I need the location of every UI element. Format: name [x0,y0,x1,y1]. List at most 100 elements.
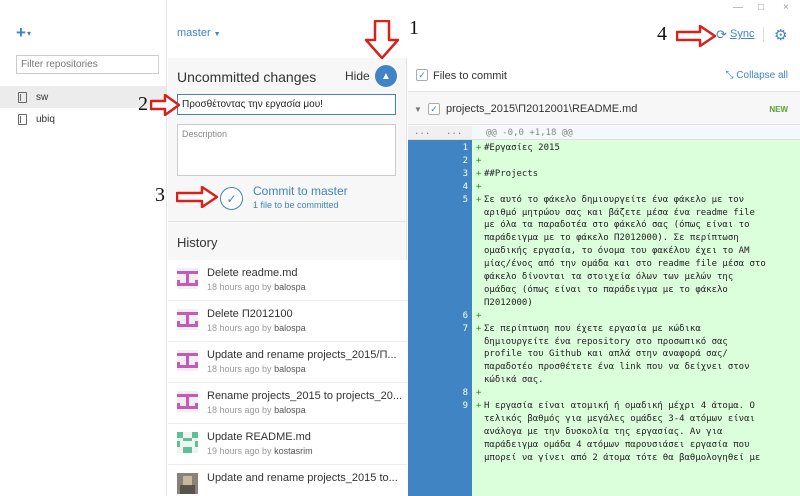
annotation-number-1: 1 [409,17,419,39]
filter-repositories-input[interactable] [16,55,159,74]
history-item-meta: 18 hours ago by balospa [207,323,306,333]
annotation-arrow-right-icon [676,25,716,47]
avatar [177,309,198,330]
diff-code-line: δημιουργείτε ένα repository στο προσωπικ… [484,336,728,347]
diff-code-line: ομάδας (όπως είναι το παράδειγμα με το φ… [484,284,728,295]
annotation-number-2: 2 [138,93,148,115]
gutter-header: ... ... [408,126,472,140]
avatar [177,432,198,453]
diff-line-number: 4 [462,181,468,192]
history-item-title: Update README.md [207,431,311,443]
plus-icon: + [16,23,26,42]
commit-description-field[interactable] [177,124,396,176]
refresh-icon[interactable]: ⟳ [716,28,727,41]
diff-line-number: 6 [462,310,468,321]
old-line-ellipsis: ... [414,127,431,137]
chevron-up-icon: ▲ [381,70,391,82]
diff-code-line: μπορεί να γίνει από 2 άτομα τότε θα βαθμ… [484,452,761,463]
diff-code-line: ομαδικής εργασία, το όνομα του φακέλου έ… [484,246,750,257]
diff-code-line: #Εργασίες 2015 [484,143,560,153]
sync-button[interactable]: Sync [730,28,754,40]
diff-code-line: Σε περίπτωση που έχετε εργασία με κώδικα [484,323,701,334]
commit-label[interactable]: Commit to master [253,184,348,198]
caret-down-icon: ▾ [26,28,31,38]
diff-code-line: Σε αυτό το φάκελο δημιουργείτε ένα φάκελ… [484,194,745,205]
history-item[interactable]: Update and rename projects_2015/Π... 18 … [168,342,407,383]
history-time: 18 hours ago by [207,282,272,292]
file-checkbox[interactable]: ✓ [428,103,440,115]
history-item-meta: 19 hours ago by kostasrim [207,446,313,456]
annotation-number-4: 4 [657,23,667,45]
diff-code-line: τελικός βαθμός για μεγάλες ομάδες 3-4 ατ… [484,413,755,424]
diff-plus-marker: + [476,155,482,166]
history-time: 19 hours ago by [207,446,272,456]
diff-panel: ✓ Files to commit ⤡ Collapse all ▼ ✓ pro… [408,58,800,496]
diff-code-line: παράδειγμα με το φάκελο Π2012000). Σε πε… [484,233,739,244]
diff-plus-marker: + [476,323,482,334]
diff-code-line: ##Projects [484,168,539,179]
history-item[interactable]: Delete Π2012100 18 hours ago by balospa [168,301,407,342]
avatar [177,350,198,371]
history-item-title: Delete readme.md [207,267,298,279]
check-icon: ✓ [226,191,237,206]
maximize-button[interactable]: □ [758,2,764,13]
diff-code-line: παραδοτέο προσθέτετε ένα link που να δεί… [484,362,750,373]
history-item[interactable]: Rename projects_2015 to projects_20... 1… [168,383,407,424]
changes-panel: Uncommitted changes Hide ▲ ✓ Commit to m… [168,58,407,496]
history-time: 18 hours ago by [207,364,272,374]
history-item-meta: 18 hours ago by balospa [207,364,306,374]
minimize-button[interactable]: — [733,2,743,13]
history-item-meta: 18 hours ago by balospa [207,282,306,292]
uncommitted-changes-title: Uncommitted changes [177,69,317,85]
diff-code-line: με όλα τα παραδοτέα στο φάκελό σας (όπως… [484,220,750,231]
diff-line-number: 7 [462,323,468,334]
diff-code-line: profile του Github και απλά στην αναφορά… [484,349,728,360]
check-icon: ✓ [430,104,438,114]
collapse-all-button[interactable]: ⤡ Collapse all [726,70,788,81]
close-button[interactable]: × [783,2,789,13]
diff-code-line: μίας/ένος από την ομάδα και στο readme f… [484,259,766,270]
annotation-arrow-right-icon [176,186,218,208]
repo-icon [18,91,27,103]
history-time: 18 hours ago by [207,323,272,333]
diff-line-number: 3 [462,168,468,179]
annotation-arrow-right-icon [150,94,180,116]
avatar [177,268,198,289]
history-item-title: Update and rename projects_2015/Π... [207,349,397,361]
repo-name: ubiq [36,113,55,125]
commit-button[interactable]: ✓ [220,187,243,210]
select-all-checkbox[interactable]: ✓ [416,69,428,81]
gear-icon[interactable]: ⚙ [774,26,787,44]
diff-plus-marker: + [476,388,482,399]
file-path: projects_2015\Π2012001\README.md [446,103,638,115]
files-to-commit-header: ✓ Files to commit ⤡ Collapse all [408,58,800,92]
repo-name: sw [36,91,49,103]
history-title: History [177,235,218,250]
history-author: balospa [274,405,306,415]
diff-plus-marker: + [476,168,482,179]
avatar [177,391,198,412]
history-item[interactable]: Delete readme.md 18 hours ago by balospa [168,260,407,301]
collapse-all-label: Collapse all [736,70,788,81]
hide-button[interactable]: ▲ [375,65,397,87]
expand-triangle-icon[interactable]: ▼ [414,105,422,114]
history-item[interactable]: Update and rename projects_2015 to... [168,465,407,496]
diff-code-line: ανάλογα με την δυσκολία της εργασίας. Αν… [484,426,723,437]
history-item[interactable]: Update README.md 19 hours ago by kostasr… [168,424,407,465]
diff-line-number: 9 [462,401,468,411]
new-line-ellipsis: ... [446,127,463,137]
branch-selector[interactable]: master ▼ [177,27,221,39]
diff-code-line: κώδικά σας. [484,375,544,386]
file-row[interactable]: ▼ ✓ projects_2015\Π2012001\README.md NEW [408,92,800,125]
history-item-meta: 18 hours ago by balospa [207,405,306,415]
diff-plus-marker: + [476,194,482,205]
add-repository-button[interactable]: +▾ [16,23,31,42]
diff-hunk-header: @@ -0,0 +1,18 @@ [472,126,800,140]
hide-label[interactable]: Hide [345,69,370,83]
diff-code-line: Π2012000) [484,297,533,308]
commit-summary-input[interactable] [177,94,396,115]
toolbar-divider [763,27,764,42]
files-to-commit-label: Files to commit [433,70,507,82]
history-author: kostasrim [274,446,313,456]
diff-plus-marker: + [476,181,482,192]
